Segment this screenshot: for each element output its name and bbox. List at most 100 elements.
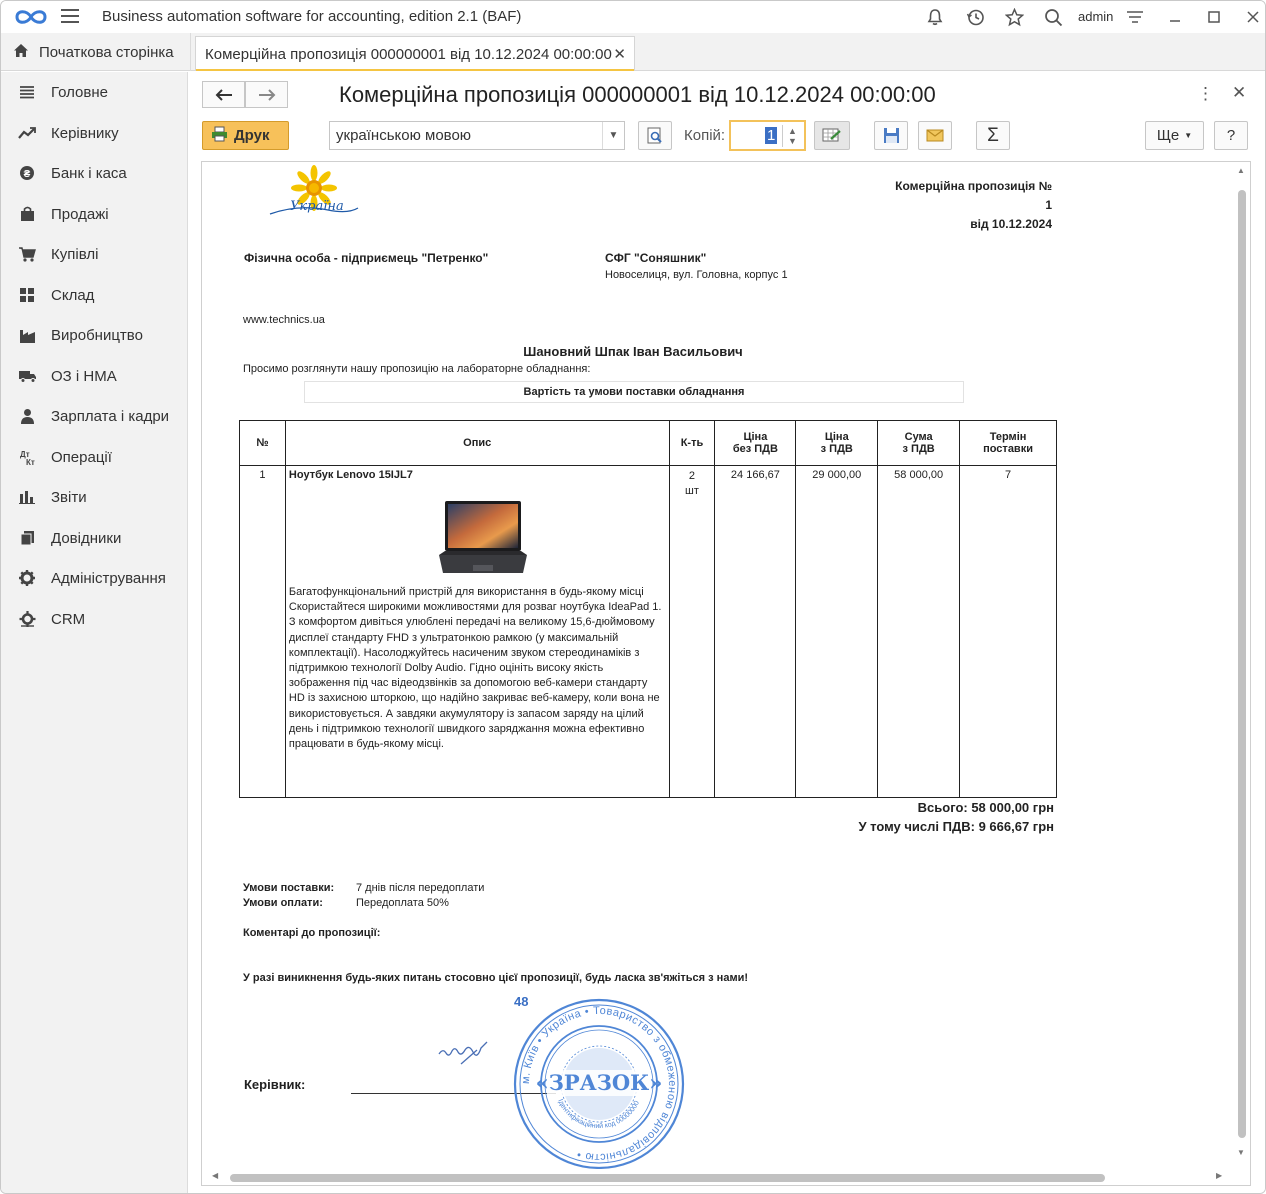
sidebar-item-main[interactable]: Головне [1, 72, 188, 112]
svg-text:Кт: Кт [26, 458, 35, 466]
user-name[interactable]: admin [1078, 9, 1113, 24]
delivery-label: Умови поставки: [243, 882, 335, 894]
app-window: Business automation software for account… [0, 0, 1266, 1194]
col-qty: К-ть [668, 420, 716, 466]
star-icon[interactable] [1003, 6, 1025, 28]
copies-value: 1 [765, 127, 778, 144]
cart-icon [16, 246, 38, 262]
svg-text:₴: ₴ [24, 169, 31, 180]
sidebar-item-reports[interactable]: Звіти [1, 477, 188, 517]
qty-value: 2 [688, 470, 696, 482]
vat-amount: У тому числі ПДВ: 9 666,67 грн [858, 819, 1054, 834]
col-sum: Сума з ПДВ [877, 420, 961, 466]
sidebar-item-manager[interactable]: Керівнику [1, 113, 188, 153]
tab-document[interactable]: Комерційна пропозиція 000000001 від 10.1… [195, 36, 635, 71]
form-close-icon[interactable]: ✕ [1232, 83, 1246, 103]
bar-chart-icon [16, 490, 38, 504]
col-price-net: Ціна без ПДВ [714, 420, 797, 466]
back-button[interactable] [202, 81, 245, 108]
help-label: ? [1226, 127, 1236, 144]
horizontal-scrollbar[interactable]: ◀ ▶ [202, 1169, 1236, 1185]
sidebar-item-production[interactable]: Виробництво [1, 315, 188, 355]
scroll-down-icon[interactable]: ▼ [1237, 1148, 1245, 1157]
bag-icon [16, 206, 38, 222]
cell-num: 1 [239, 465, 286, 798]
more-label: Ще [1156, 127, 1180, 144]
forward-button[interactable] [245, 81, 288, 108]
sidebar-item-warehouse[interactable]: Склад [1, 275, 188, 315]
cell-term: 7 [959, 465, 1057, 798]
product-description: Багатофункціональний пристрій для викори… [288, 586, 662, 751]
copies-input[interactable]: 1 ▲ ▼ [729, 120, 806, 151]
more-button[interactable]: Ще ▼ [1145, 121, 1204, 150]
sidebar-item-operations[interactable]: Дт Кт Операції [1, 437, 188, 477]
main-area: Комерційна пропозиція 000000001 від 10.1… [189, 72, 1265, 1193]
col-price-vat-line1: Ціна [824, 431, 849, 443]
section-title: Вартість та умови поставки обладнання [304, 381, 964, 403]
email-button[interactable] [918, 121, 952, 150]
offer-header-date: від 10.12.2024 [970, 217, 1052, 231]
tab-document-label: Комерційна пропозиція 000000001 від 10.1… [205, 45, 612, 63]
ledger-icon: Дт Кт [16, 449, 38, 466]
tab-home[interactable]: Початкова сторінка [1, 33, 191, 71]
preview-button[interactable] [638, 121, 672, 150]
laptop-image [438, 501, 527, 573]
printer-icon [211, 126, 228, 145]
sidebar-item-catalogs[interactable]: Довідники [1, 518, 188, 558]
sidebar-item-assets[interactable]: ОЗ і НМА [1, 356, 188, 396]
sum-button[interactable]: Σ [976, 121, 1010, 150]
sidebar-item-label: Купівлі [51, 245, 99, 263]
seller-name: Фізична особа - підприємець "Петренко" [244, 251, 489, 265]
print-button[interactable]: Друк [202, 121, 289, 150]
copies-label: Копій: [684, 127, 726, 144]
stamp-center-text: «ЗРАЗОК» [536, 1070, 663, 1095]
sidebar-item-sales[interactable]: Продажі [1, 194, 188, 234]
contact-note: У разі виникнення будь-яких питань стосо… [243, 972, 749, 984]
window-close-icon[interactable] [1242, 6, 1264, 28]
col-desc: Опис [284, 420, 670, 466]
app-logo-icon[interactable] [13, 6, 49, 28]
table-header-row: № Опис К-ть Ціна без ПДВ Ціна з ПДВ Сума з … [239, 420, 1057, 466]
scroll-right-icon[interactable]: ▶ [1216, 1171, 1222, 1180]
more-vertical-icon[interactable]: ⋮ [1197, 84, 1214, 104]
sidebar-item-crm[interactable]: CRM [1, 599, 188, 639]
person-icon [16, 408, 38, 424]
chevron-down-icon[interactable]: ▼ [602, 122, 624, 149]
edit-result-button[interactable] [814, 121, 850, 150]
save-button[interactable] [874, 121, 908, 150]
spreadsheet-document-viewport[interactable]: Україна Комерційна пропозиція № 1 від 10… [201, 161, 1251, 1186]
tab-close-icon[interactable]: ✕ [613, 45, 626, 63]
sidebar-item-purchases[interactable]: Купівлі [1, 234, 188, 274]
sidebar-item-salary[interactable]: Зарплата і кадри [1, 396, 188, 436]
edit-table-icon [822, 128, 841, 141]
offer-document: Україна Комерційна пропозиція № 1 від 10… [202, 162, 1236, 1172]
website[interactable]: www.technics.ua [243, 314, 325, 326]
maximize-icon[interactable] [1203, 6, 1225, 28]
sidebar-item-administration[interactable]: Адміністрування [1, 558, 188, 598]
settings-lines-icon[interactable] [1124, 6, 1146, 28]
factory-icon [16, 328, 38, 343]
history-icon[interactable] [964, 6, 986, 28]
sidebar-item-label: Зарплата і кадри [51, 407, 170, 425]
cell-price-vat: 29 000,00 [795, 465, 879, 798]
menu-icon[interactable] [61, 9, 79, 25]
language-select[interactable]: українською мовою ▼ [329, 121, 625, 150]
spinner-icon[interactable]: ▲ ▼ [782, 125, 802, 147]
items-table: № Опис К-ть Ціна без ПДВ Ціна з ПДВ Сума з … [239, 420, 1057, 798]
scroll-up-icon[interactable]: ▲ [1237, 166, 1245, 175]
sidebar-item-bank[interactable]: ₴ Банк і каса [1, 153, 188, 193]
horizontal-scroll-thumb[interactable] [230, 1174, 1105, 1182]
help-button[interactable]: ? [1214, 121, 1248, 150]
minimize-icon[interactable] [1164, 6, 1186, 28]
sidebar-item-label: Адміністрування [51, 569, 166, 587]
bell-icon[interactable] [924, 6, 946, 28]
sidebar-item-label: Продажі [51, 205, 109, 223]
buyer-name: СФГ "Соняшник" [605, 251, 707, 265]
tabs-bar: Початкова сторінка Комерційна пропозиція… [1, 33, 1265, 71]
search-icon[interactable] [1042, 6, 1064, 28]
vertical-scrollbar[interactable]: ▲ ▼ [1234, 162, 1250, 1170]
vertical-scroll-thumb[interactable] [1238, 190, 1246, 1138]
grid-icon [16, 287, 38, 303]
scroll-left-icon[interactable]: ◀ [212, 1171, 218, 1180]
stamp-image: м. Київ • Україна • Товариство з обмежен… [513, 998, 685, 1170]
